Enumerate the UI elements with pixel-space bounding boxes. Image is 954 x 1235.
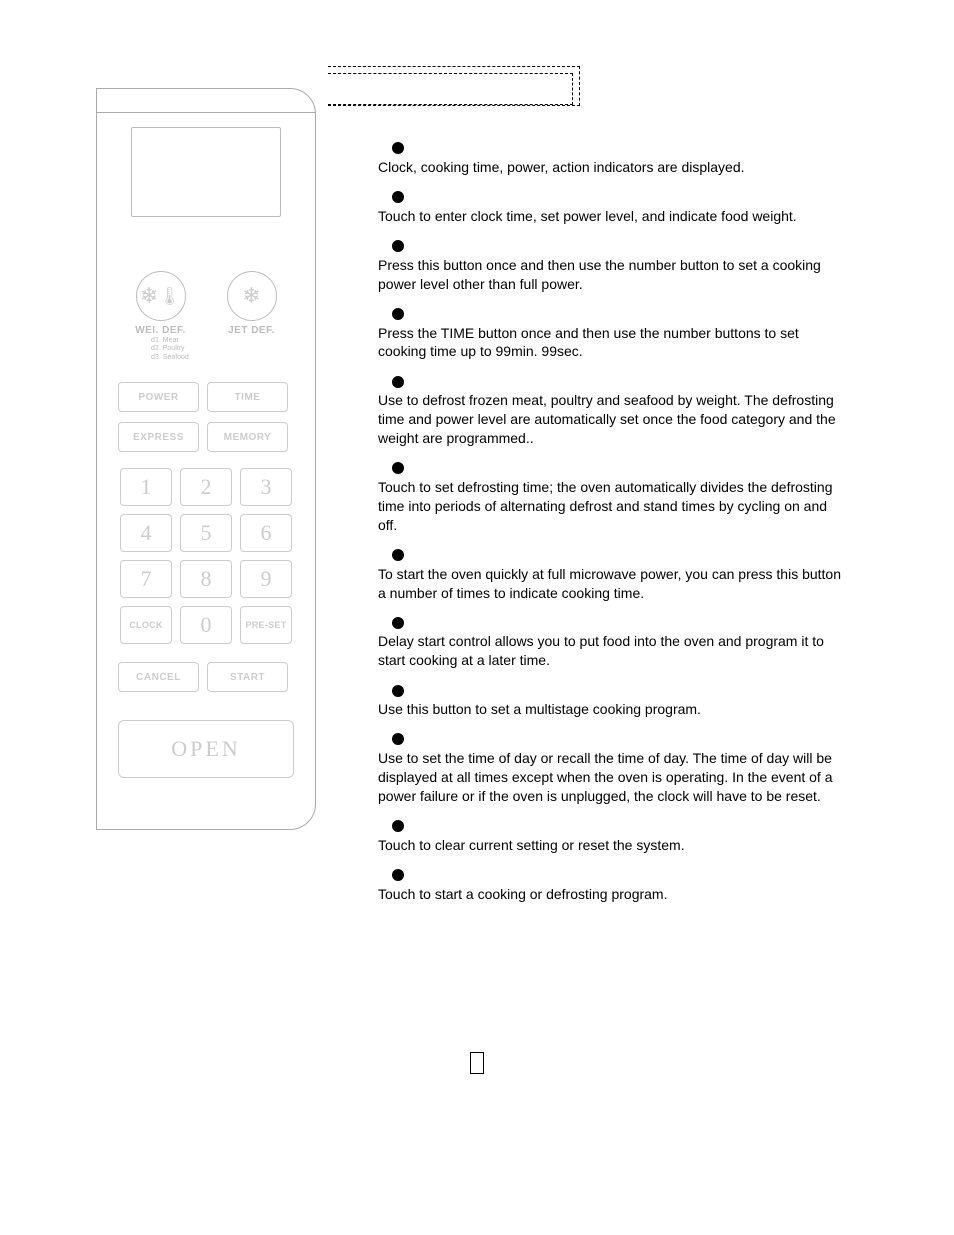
desc-body: Press this button once and then use the … [378,256,848,294]
desc-body: Touch to set defrosting time; the oven a… [378,478,848,535]
bullet-icon [392,240,404,252]
desc-item: WEI. DEFROST Use to defrost frozen meat, … [378,371,848,448]
jet-def-cell: ❄ JET DEF. [206,271,297,336]
title-inner-border [328,73,573,105]
desc-heading: CANCEL [378,816,848,834]
key-1[interactable]: 1 [120,468,172,506]
bullet-icon [392,733,404,745]
desc-item: CLOCK Use to set the time of day or recal… [378,729,848,806]
defrost-category-list: d1. Meat d2. Poultry d3. Seafood [151,337,189,362]
desc-heading: CLOCK [378,729,848,747]
desc-body: Use to defrost frozen meat, poultry and … [378,391,848,448]
desc-heading: START [378,865,848,883]
page: CONTROL PANEL ❄ 🌡 WEI. DEF. d1. Meat d2.… [0,0,954,1235]
title-box: CONTROL PANEL [328,66,580,106]
page-number: 5 [470,1052,484,1074]
number-keypad: 1 2 3 4 5 6 7 8 9 CLOCK 0 PRE-SET [120,468,292,644]
panel-body: ❄ 🌡 WEI. DEF. d1. Meat d2. Poultry d3. S… [97,113,315,788]
power-button[interactable]: POWER [118,382,199,412]
desc-body: Touch to start a cooking or defrosting p… [378,885,848,904]
desc-item: POWER Press this button once and then use… [378,236,848,294]
desc-heading: MEMORY [378,680,848,698]
desc-heading: NUMBER BUTTONS (0-9) [378,187,848,205]
desc-item: TIME BUTTON Press the TIME button once an… [378,304,848,362]
desc-body: Press the TIME button once and then use … [378,324,848,362]
desc-item: START Touch to start a cooking or defrost… [378,865,848,904]
bullet-icon [392,820,404,832]
desc-heading: PRE-SET [378,612,848,630]
desc-body: Delay start control allows you to put fo… [378,632,848,670]
desc-item: JET DEFROST Touch to set defrosting time;… [378,458,848,535]
time-button[interactable]: TIME [207,382,288,412]
key-3[interactable]: 3 [240,468,292,506]
defrost-row: ❄ 🌡 WEI. DEF. d1. Meat d2. Poultry d3. S… [109,271,303,336]
bullet-icon [392,376,404,388]
desc-item: CANCEL Touch to clear current setting or … [378,816,848,855]
key-4[interactable]: 4 [120,514,172,552]
open-button[interactable]: OPEN [118,720,294,778]
key-6[interactable]: 6 [240,514,292,552]
key-5[interactable]: 5 [180,514,232,552]
wei-def-cell: ❄ 🌡 WEI. DEF. d1. Meat d2. Poultry d3. S… [115,271,206,336]
desc-body: Touch to clear current setting or reset … [378,836,848,855]
snowflake-icon: ❄ [242,285,260,307]
desc-item: EXPRESS To start the oven quickly at full… [378,545,848,603]
desc-item: DISPLAY WINDOW Clock, cooking time, power… [378,138,848,177]
row-power-time: POWER TIME [118,382,294,412]
desc-heading: POWER [378,236,848,254]
desc-heading: WEI. DEFROST [378,371,848,389]
bullet-icon [392,685,404,697]
desc-heading: EXPRESS [378,545,848,563]
desc-body: Clock, cooking time, power, action indic… [378,158,848,177]
key-2[interactable]: 2 [180,468,232,506]
panel-top-strip [97,89,315,113]
wei-def-label: WEI. DEF. [135,325,186,336]
bullet-icon [392,308,404,320]
desc-body: Use this button to set a multistage cook… [378,700,848,719]
cancel-button[interactable]: CANCEL [118,662,199,692]
key-7[interactable]: 7 [120,560,172,598]
dlist-2: d2. Poultry [151,345,189,353]
bullet-icon [392,142,404,154]
desc-item: PRE-SET Delay start control allows you to… [378,612,848,670]
row-cancel-start: CANCEL START [118,662,294,692]
bullet-icon [392,462,404,474]
display-window [131,127,281,217]
desc-body: To start the oven quickly at full microw… [378,565,848,603]
preset-button[interactable]: PRE-SET [240,606,292,644]
bullet-icon [392,549,404,561]
snowflake-icon: ❄ [140,285,158,307]
dlist-3: d3. Seafood [151,354,189,362]
memory-button[interactable]: MEMORY [207,422,288,452]
key-0[interactable]: 0 [180,606,232,644]
desc-heading: DISPLAY WINDOW [378,138,848,156]
control-panel-illustration: ❄ 🌡 WEI. DEF. d1. Meat d2. Poultry d3. S… [96,88,316,830]
clock-button[interactable]: CLOCK [120,606,172,644]
key-9[interactable]: 9 [240,560,292,598]
bullet-icon [392,869,404,881]
descriptions-column: DISPLAY WINDOW Clock, cooking time, power… [378,138,848,914]
jet-def-label: JET DEF. [228,325,275,336]
desc-item: NUMBER BUTTONS (0-9) Touch to enter clock… [378,187,848,226]
jet-def-button[interactable]: ❄ [227,271,277,321]
key-8[interactable]: 8 [180,560,232,598]
dlist-1: d1. Meat [151,337,189,345]
express-button[interactable]: EXPRESS [118,422,199,452]
bullet-icon [392,617,404,629]
thermometer-icon: 🌡 [158,287,181,305]
desc-heading: TIME BUTTON [378,304,848,322]
desc-body: Use to set the time of day or recall the… [378,749,848,806]
page-number-box: 5 [0,1052,954,1074]
desc-heading: JET DEFROST [378,458,848,476]
row-express-memory: EXPRESS MEMORY [118,422,294,452]
bullet-icon [392,191,404,203]
desc-body: Touch to enter clock time, set power lev… [378,207,848,226]
desc-item: MEMORY Use this button to set a multistag… [378,680,848,719]
wei-def-button[interactable]: ❄ 🌡 [136,271,186,321]
start-button[interactable]: START [207,662,288,692]
